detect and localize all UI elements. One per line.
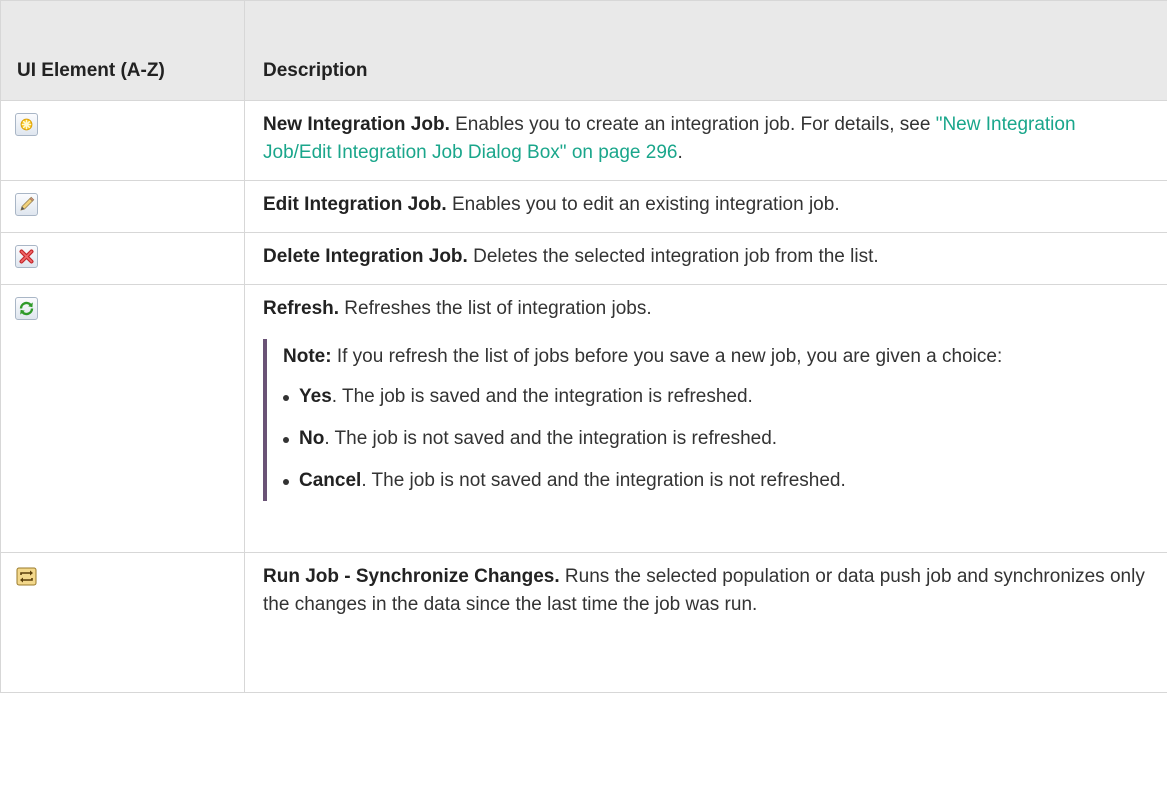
header-description-label: Description bbox=[263, 60, 368, 81]
row-text: Deletes the selected integration job fro… bbox=[467, 246, 879, 267]
row-text: Enables you to edit an existing integrat… bbox=[446, 194, 840, 215]
red-x-delete-icon bbox=[15, 245, 38, 268]
header-ui-element-label: UI Element (A-Z) bbox=[17, 60, 165, 81]
icon-cell bbox=[0, 232, 245, 285]
icon-cell bbox=[0, 552, 245, 693]
choice-no: No bbox=[299, 428, 325, 449]
note-block: Note: If you refresh the list of jobs be… bbox=[263, 339, 1147, 501]
icon-cell bbox=[0, 100, 245, 181]
description-cell: Delete Integration Job. Deletes the sele… bbox=[244, 232, 1167, 285]
choice-list: Yes. The job is saved and the integratio… bbox=[283, 383, 1147, 495]
new-asterisk-icon bbox=[15, 113, 38, 136]
note-paragraph: Note: If you refresh the list of jobs be… bbox=[283, 343, 1147, 371]
list-item: No. The job is not saved and the integra… bbox=[283, 425, 1147, 453]
icon-cell bbox=[0, 180, 245, 233]
description-cell: New Integration Job. Enables you to crea… bbox=[244, 100, 1167, 181]
choice-yes-text: . The job is saved and the integration i… bbox=[331, 386, 753, 407]
list-item: Cancel. The job is not saved and the int… bbox=[283, 467, 1147, 495]
row-text: Enables you to create an integration job… bbox=[449, 114, 936, 135]
choice-no-text: . The job is not saved and the integrati… bbox=[324, 428, 778, 449]
row-text-end: . bbox=[677, 142, 683, 163]
description-cell: Refresh. Refreshes the list of integrati… bbox=[244, 284, 1167, 553]
table-header-row: UI Element (A-Z) Description bbox=[0, 0, 1167, 101]
header-ui-element: UI Element (A-Z) bbox=[0, 0, 245, 101]
row-title: Edit Integration Job. bbox=[263, 194, 447, 215]
table-row: Delete Integration Job. Deletes the sele… bbox=[0, 232, 1167, 285]
header-description: Description bbox=[244, 0, 1167, 101]
table-row: Run Job - Synchronize Changes. Runs the … bbox=[0, 552, 1167, 693]
table-row: Edit Integration Job. Enables you to edi… bbox=[0, 180, 1167, 233]
row-text: Refreshes the list of integration jobs. bbox=[339, 298, 652, 319]
sync-changes-icon bbox=[15, 565, 38, 588]
row-title: Delete Integration Job. bbox=[263, 246, 468, 267]
description-cell: Edit Integration Job. Enables you to edi… bbox=[244, 180, 1167, 233]
choice-yes: Yes bbox=[299, 386, 332, 407]
ui-elements-table: UI Element (A-Z) Description New Integra… bbox=[0, 0, 1167, 693]
icon-cell bbox=[0, 284, 245, 553]
description-cell: Run Job - Synchronize Changes. Runs the … bbox=[244, 552, 1167, 693]
row-title: New Integration Job. bbox=[263, 114, 450, 135]
row-title: Run Job - Synchronize Changes. bbox=[263, 566, 560, 587]
note-text: If you refresh the list of jobs before y… bbox=[331, 346, 1003, 367]
choice-cancel: Cancel bbox=[299, 470, 362, 491]
pencil-edit-icon bbox=[15, 193, 38, 216]
choice-cancel-text: . The job is not saved and the integrati… bbox=[361, 470, 846, 491]
list-item: Yes. The job is saved and the integratio… bbox=[283, 383, 1147, 411]
table-row: New Integration Job. Enables you to crea… bbox=[0, 100, 1167, 181]
table-row: Refresh. Refreshes the list of integrati… bbox=[0, 284, 1167, 553]
green-refresh-icon bbox=[15, 297, 38, 320]
row-title: Refresh. bbox=[263, 298, 340, 319]
note-label: Note: bbox=[283, 346, 332, 367]
